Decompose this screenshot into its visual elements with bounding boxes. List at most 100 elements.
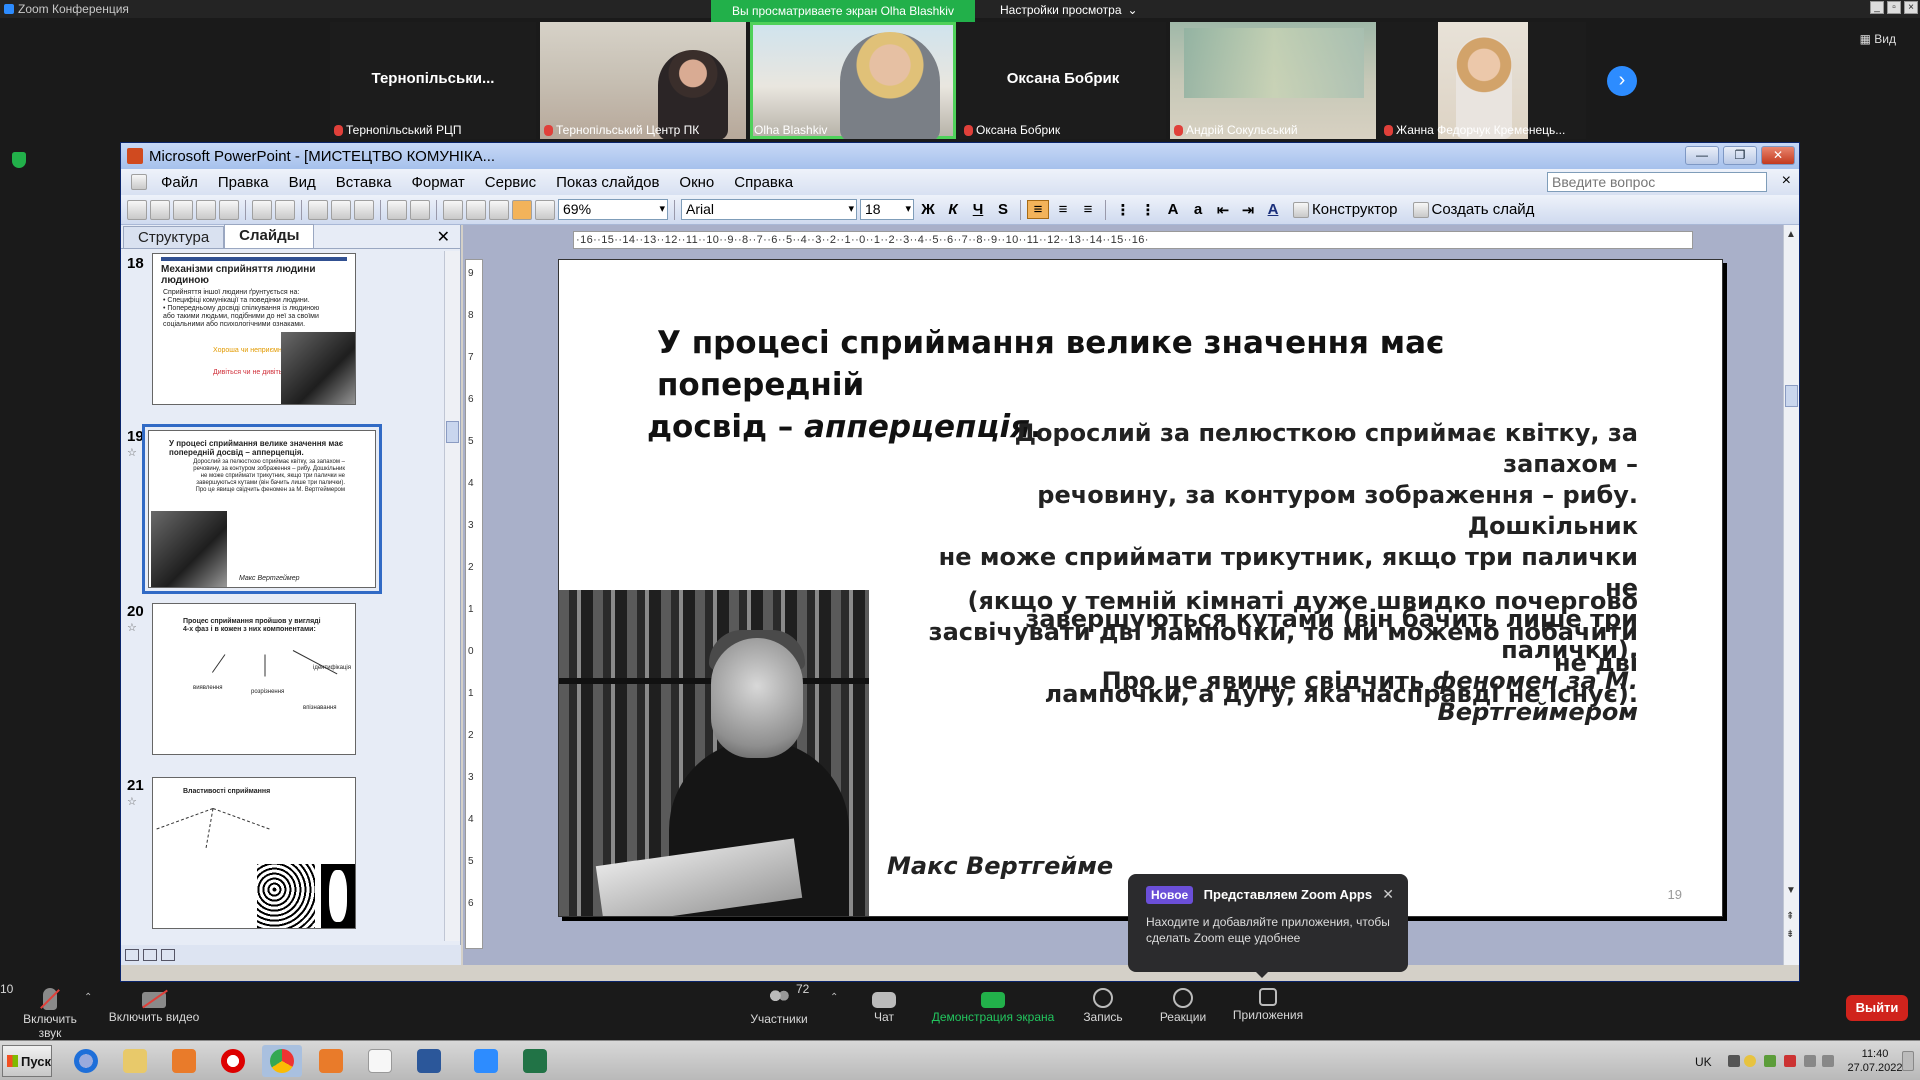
close-icon[interactable]: ×: [1904, 1, 1918, 14]
participant-tile[interactable]: Андрій Сокульський: [1170, 22, 1376, 139]
grid-icon[interactable]: [535, 199, 555, 220]
participant-tile-active-speaker[interactable]: Olha Blashkiv: [750, 22, 956, 139]
slide-thumbnail[interactable]: Механізми сприйняття людини людиною Спри…: [152, 253, 356, 405]
normal-view-icon[interactable]: [125, 949, 139, 961]
leave-button[interactable]: Выйти: [1846, 995, 1908, 1021]
taskbar-app[interactable]: [262, 1045, 302, 1077]
slide-caption[interactable]: Макс Вертгейме: [887, 852, 1113, 880]
participant-tile[interactable]: Тернопільськи... Тернопільський РЦП: [330, 22, 536, 139]
underline-button[interactable]: Ч: [967, 201, 989, 218]
email-icon[interactable]: [219, 199, 239, 220]
bold-button[interactable]: Ж: [917, 201, 939, 218]
start-video-button[interactable]: Включить видео: [106, 982, 202, 1024]
taskbar-app[interactable]: [66, 1045, 106, 1077]
tab-slides[interactable]: Слайды: [224, 224, 315, 248]
language-indicator[interactable]: UK: [1695, 1055, 1712, 1069]
taskbar-app[interactable]: [515, 1045, 555, 1077]
view-settings-button[interactable]: Настройки просмотра ⌄: [1000, 0, 1138, 22]
tables-borders-icon[interactable]: [489, 199, 509, 220]
slide-sorter-icon[interactable]: [143, 949, 157, 961]
show-desktop-button[interactable]: [1902, 1051, 1914, 1071]
print-preview-icon[interactable]: [275, 199, 295, 220]
slide-body-text-2[interactable]: (якщо у темній кімнаті дуже швидко почер…: [898, 586, 1638, 710]
slide-thumbnail[interactable]: Процес сприймання пройшов у вигляді 4-х …: [152, 603, 356, 755]
chevron-up-icon[interactable]: ⌃: [84, 992, 92, 1003]
scrollbar-thumb[interactable]: [1785, 385, 1798, 407]
increase-font-icon[interactable]: A: [1162, 201, 1184, 218]
tray-arrow-icon[interactable]: [1728, 1055, 1740, 1067]
next-slide-icon[interactable]: ⇟: [1786, 929, 1794, 940]
restore-icon[interactable]: ❐: [1723, 146, 1757, 165]
slide-scrollbar[interactable]: ▲ ▼ ⇞ ⇟: [1783, 225, 1799, 965]
designer-button[interactable]: Конструктор: [1287, 201, 1404, 218]
print-icon[interactable]: [252, 199, 272, 220]
participant-tile[interactable]: Оксана Бобрик Оксана Бобрик: [960, 22, 1166, 139]
next-page-arrow-icon[interactable]: ›: [1607, 66, 1637, 96]
font-size-select[interactable]: 18: [860, 199, 914, 220]
start-button[interactable]: Пуск: [2, 1045, 52, 1077]
spelling-icon[interactable]: [308, 199, 328, 220]
menu-format[interactable]: Формат: [401, 174, 474, 191]
current-slide[interactable]: У процесі сприймання велике значення має…: [558, 259, 1723, 917]
minimize-icon[interactable]: —: [1685, 146, 1719, 165]
taskbar-app[interactable]: [164, 1045, 204, 1077]
tray-app-icon[interactable]: [1784, 1055, 1796, 1067]
taskbar-app[interactable]: [311, 1045, 351, 1077]
new-icon[interactable]: [127, 199, 147, 220]
participant-tile[interactable]: Тернопільський Центр ПК: [540, 22, 746, 139]
insert-chart-icon[interactable]: [443, 199, 463, 220]
minimize-icon[interactable]: _: [1870, 1, 1884, 14]
tray-app-icon[interactable]: [1764, 1055, 1776, 1067]
view-button[interactable]: ▦ Вид: [1860, 32, 1896, 46]
taskbar-app[interactable]: [213, 1045, 253, 1077]
chat-button[interactable]: Чат: [866, 982, 902, 1024]
tray-app-icon[interactable]: [1744, 1055, 1756, 1067]
menu-window[interactable]: Окно: [669, 174, 724, 191]
scrollbar-thumb[interactable]: [446, 421, 459, 443]
taskbar-app[interactable]: [409, 1045, 449, 1077]
numbering-icon[interactable]: ⋮: [1112, 201, 1134, 219]
portrait-photo[interactable]: [559, 590, 869, 916]
format-painter-icon[interactable]: [354, 199, 374, 220]
network-icon[interactable]: [1804, 1055, 1816, 1067]
insert-table-icon[interactable]: [466, 199, 486, 220]
align-right-icon[interactable]: ≡: [1077, 201, 1099, 218]
menu-edit[interactable]: Правка: [208, 174, 279, 191]
slideshow-icon[interactable]: [161, 949, 175, 961]
shield-icon[interactable]: [12, 152, 26, 168]
reactions-button[interactable]: Реакции: [1158, 982, 1208, 1024]
share-screen-button[interactable]: Демонстрация экрана: [930, 982, 1056, 1024]
increase-indent-icon[interactable]: ⇥: [1237, 201, 1259, 219]
taskbar-app[interactable]: [360, 1045, 400, 1077]
unmute-button[interactable]: Включить звук: [10, 982, 90, 1040]
scroll-up-icon[interactable]: ▲: [1786, 229, 1796, 240]
menu-service[interactable]: Сервис: [475, 174, 546, 191]
taskbar-app[interactable]: [115, 1045, 155, 1077]
slide-thumbnail[interactable]: Властивості сприймання: [152, 777, 356, 929]
clock[interactable]: 11:40 27.07.2022: [1840, 1047, 1910, 1075]
align-left-icon[interactable]: ≡: [1027, 200, 1049, 219]
close-icon[interactable]: ×: [1782, 172, 1791, 190]
participant-tile[interactable]: Жанна Федорчук Кременець...: [1380, 22, 1586, 139]
chevron-up-icon[interactable]: ⌃: [830, 992, 838, 1003]
permission-icon[interactable]: [196, 199, 216, 220]
thumbnails-scrollbar[interactable]: [444, 251, 460, 941]
italic-button[interactable]: К: [942, 201, 964, 218]
zoom-select[interactable]: 69%: [558, 199, 668, 220]
close-icon[interactable]: ✕: [437, 227, 450, 247]
new-slide-button[interactable]: Создать слайд: [1407, 201, 1541, 218]
close-icon[interactable]: ✕: [1761, 146, 1795, 165]
align-center-icon[interactable]: ≡: [1052, 201, 1074, 218]
menu-insert[interactable]: Вставка: [326, 174, 402, 191]
bullets-icon[interactable]: ⋮: [1137, 201, 1159, 219]
menu-file[interactable]: Файл: [151, 174, 208, 191]
open-folder-icon[interactable]: [150, 199, 170, 220]
record-button[interactable]: Запись: [1080, 982, 1126, 1024]
taskbar-app[interactable]: [466, 1045, 506, 1077]
menu-help[interactable]: Справка: [724, 174, 803, 191]
menu-slideshow[interactable]: Показ слайдов: [546, 174, 669, 191]
save-icon[interactable]: [173, 199, 193, 220]
apps-button[interactable]: Приложения: [1230, 982, 1306, 1022]
tab-outline[interactable]: Структура: [123, 226, 225, 248]
slide-thumbnail-selected[interactable]: У процесі сприймання велике значення має…: [142, 424, 382, 594]
